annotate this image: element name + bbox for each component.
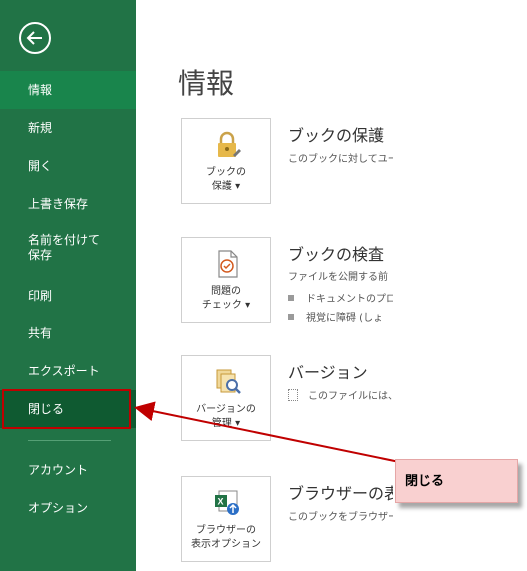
sidebar-item-label: 開く [28,158,53,173]
sidebar-item-export[interactable]: エクスポート [0,352,136,390]
section-description: このファイルには、 [308,391,393,402]
tile-label: 問題の チェック ▾ [201,286,251,311]
sidebar-item-label: 上書き保存 [28,196,89,211]
section-heading: バージョン [288,363,368,382]
sidebar-item-share[interactable]: 共有 [0,314,136,352]
section-description: このブックをブラウザー [288,512,393,523]
sidebar-item-print[interactable]: 印刷 [0,277,136,315]
back-arrow-icon[interactable] [19,22,51,54]
bullet-icon [288,313,294,320]
sidebar-item-label: 新規 [28,120,53,135]
section-heading: ブックの保護 [288,126,385,145]
tile-label: バージョンの 管理 ▾ [196,404,256,429]
sidebar-item-label: 名前を付けて 保存 [28,233,101,262]
sidebar-item-new[interactable]: 新規 [0,109,136,147]
check-issues-button[interactable]: 問題の チェック ▾ [181,237,271,323]
sidebar-item-info[interactable]: 情報 [0,71,136,109]
tile-label: ブラウザーの 表示オプション [191,525,261,550]
versions-icon [216,369,241,394]
browser-view-options-button[interactable]: X ブラウザーの 表示オプション [181,476,271,562]
sidebar-item-label: 印刷 [28,288,53,303]
manage-versions-button[interactable]: バージョンの 管理 ▾ [181,355,271,441]
protect-workbook-button[interactable]: ブックの 保護 ▾ [181,118,271,204]
section-description: このブックに対してユーザ [288,154,393,165]
bullet-text: ドキュメントのプロ [306,294,393,305]
checklist-icon [218,250,238,278]
callout-text: 閉じる [405,474,445,489]
lock-icon [218,131,241,157]
sidebar-item-save-as[interactable]: 名前を付けて 保存 [0,226,136,270]
page-title: 情報 [178,67,235,100]
sidebar-item-label: 共有 [28,325,53,340]
sidebar-item-label: 閉じる [28,401,65,416]
sidebar-item-open[interactable]: 開く [0,147,136,185]
tile-label: ブックの 保護 ▾ [206,167,246,192]
sidebar-divider [28,440,111,441]
list-item: 視覚に障碍 (しょ [288,309,383,324]
info-panel: 情報 ブックの 保護 ▾ ブックの保護 このブックに対してユーザ 問題の チェッ… [136,0,393,571]
section-heading: ブックの検査 [288,245,385,264]
list-item: ドキュメントのプロ [288,290,393,305]
sidebar-item-label: アカウント [28,462,89,477]
sidebar-item-save[interactable]: 上書き保存 [0,185,136,223]
sidebar-item-label: オプション [28,500,89,515]
section-description: ファイルを公開する前 [288,272,388,283]
bullet-text: 視覚に障碍 (しょ [306,313,384,324]
section-heading: ブラウザーの表 [288,484,393,503]
sidebar-item-options[interactable]: オプション [0,489,136,527]
callout-note: 閉じる [395,459,518,503]
sidebar-item-account[interactable]: アカウント [0,451,136,489]
sidebar-item-label: エクスポート [28,363,100,378]
sidebar-item-close[interactable]: 閉じる [0,390,136,428]
document-icon [288,388,298,401]
svg-text:X: X [218,497,224,507]
backstage-sidebar: 情報 新規 開く 上書き保存 名前を付けて 保存 印刷 共有 エクスポート 閉じ… [0,0,136,571]
bullet-icon [288,294,294,301]
list-item: このファイルには、 [288,387,393,402]
excel-globe-icon: X [215,490,239,515]
sidebar-item-label: 情報 [28,82,53,97]
